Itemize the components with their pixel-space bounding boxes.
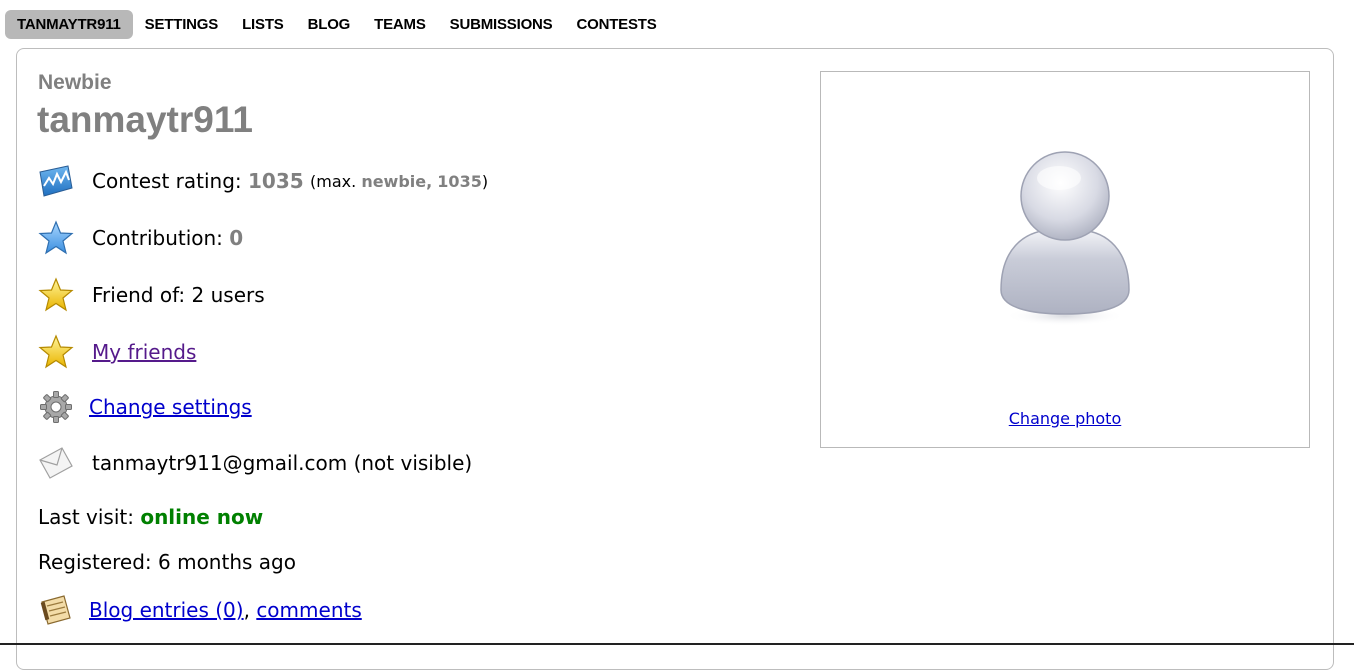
tab-profile[interactable]: TANMAYTR911 (5, 10, 133, 39)
contest-rating-label: Contest rating: (92, 169, 242, 193)
rating-chart-icon (36, 161, 76, 201)
blog-notepad-icon (36, 590, 76, 630)
envelope-icon (36, 443, 76, 483)
contest-rating-row: Contest rating: 1035 (max. newbie, 1035) (36, 161, 488, 201)
change-settings-row: Change settings (36, 387, 252, 427)
friend-of-row: Friend of: 2 users (36, 275, 265, 315)
user-rank: Newbie (38, 71, 112, 94)
gold-star-icon (36, 332, 76, 372)
max-close: ) (481, 171, 489, 191)
my-friends-link[interactable]: My friends (92, 340, 196, 364)
contribution-label: Contribution: (92, 226, 223, 250)
user-handle: tanmaytr911 (37, 99, 253, 140)
registered-text: Registered: 6 months ago (38, 550, 296, 574)
tab-teams[interactable]: TEAMS (362, 10, 438, 39)
contest-rating-value: 1035 (248, 169, 304, 193)
tab-lists[interactable]: LISTS (230, 10, 296, 39)
friend-of-text: Friend of: 2 users (92, 283, 265, 307)
email-row: tanmaytr911@gmail.com (not visible) (36, 443, 472, 483)
tab-contests[interactable]: CONTESTS (564, 10, 668, 39)
gear-icon (36, 387, 76, 427)
user-avatar-icon (999, 150, 1131, 334)
my-friends-row: My friends (36, 332, 196, 372)
max-open: (max. (310, 171, 357, 191)
blue-star-icon (36, 218, 76, 258)
last-visit-status: online now (140, 505, 264, 529)
tab-settings[interactable]: SETTINGS (133, 10, 230, 39)
comments-link[interactable]: comments (256, 598, 361, 622)
last-visit-label: Last visit: (38, 505, 134, 529)
change-settings-link[interactable]: Change settings (89, 395, 252, 419)
max-rank: newbie, (361, 171, 433, 191)
contribution-row: Contribution: 0 (36, 218, 243, 258)
registered-row: Registered: 6 months ago (38, 542, 296, 582)
tab-blog[interactable]: BLOG (296, 10, 363, 39)
change-photo-container: Change photo (821, 409, 1309, 428)
blog-comma: , (243, 598, 250, 622)
tab-submissions[interactable]: SUBMISSIONS (438, 10, 565, 39)
contribution-value: 0 (229, 226, 244, 250)
gold-star-icon (36, 275, 76, 315)
max-value: 1035 (437, 171, 482, 191)
profile-photo-box: Change photo (820, 71, 1310, 448)
email-text: tanmaytr911@gmail.com (not visible) (92, 451, 473, 475)
blog-row: Blog entries (0), comments (36, 590, 362, 630)
max-rating: (max. newbie, 1035) (310, 172, 488, 191)
last-visit-row: Last visit: online now (38, 497, 263, 537)
blog-entries-link[interactable]: Blog entries (0) (89, 598, 244, 622)
profile-nav-tabs: TANMAYTR911 SETTINGS LISTS BLOG TEAMS SU… (5, 10, 669, 39)
change-photo-link[interactable]: Change photo (1009, 409, 1122, 428)
